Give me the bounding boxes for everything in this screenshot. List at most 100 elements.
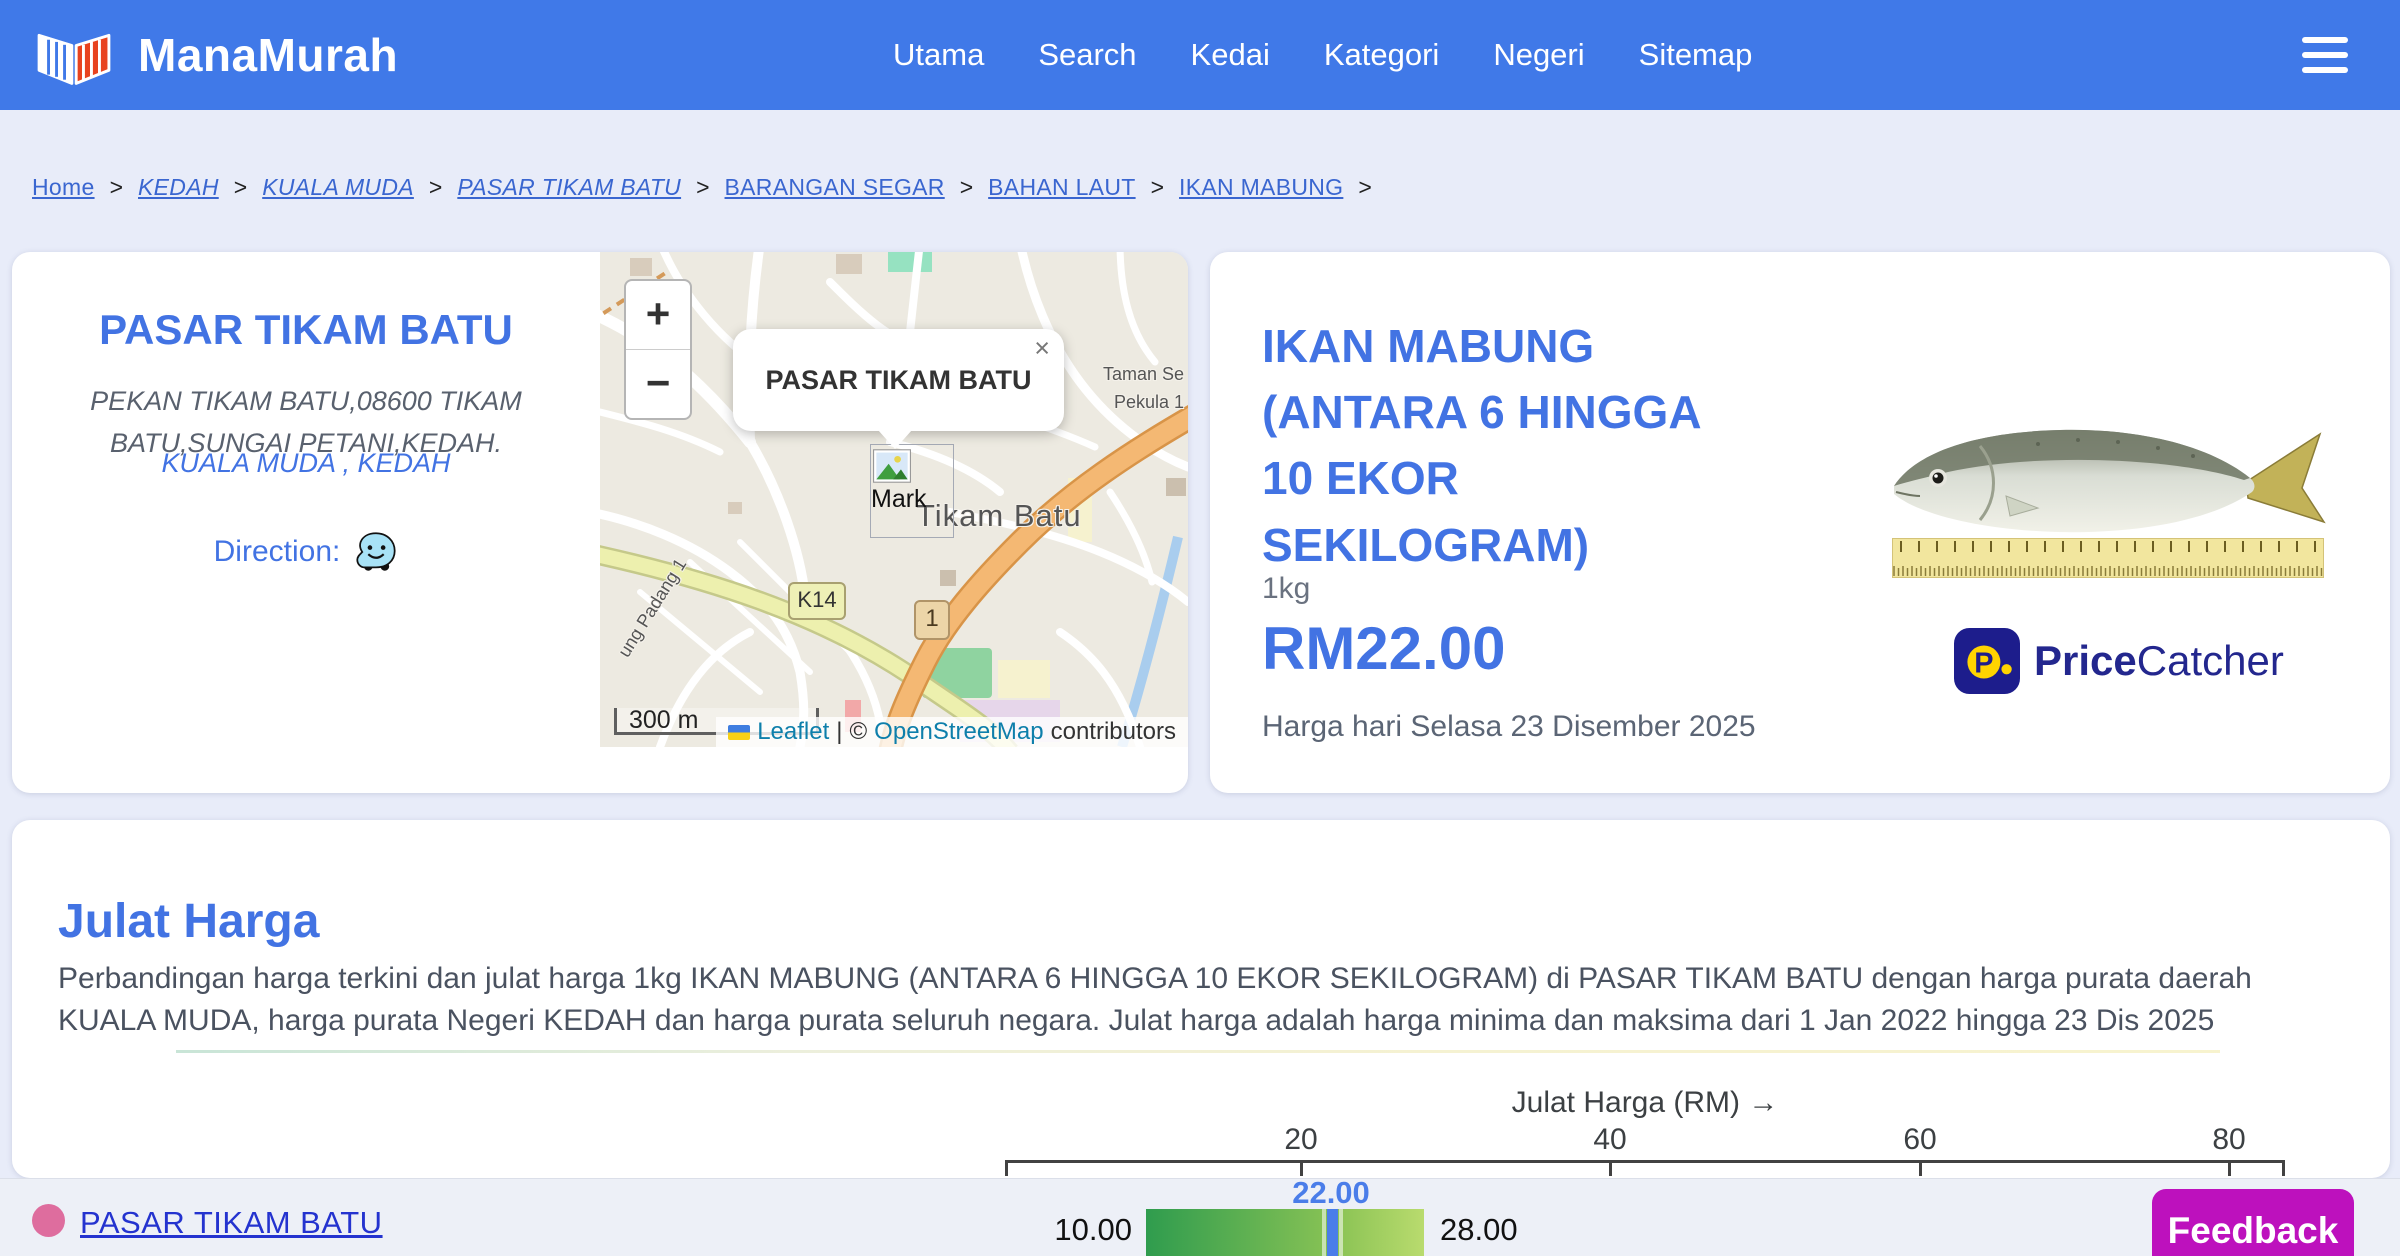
hamburger-bar [2302,52,2348,58]
region-separator: , [342,448,351,478]
pricecatcher-logo: P PriceCatcher [1954,628,2284,694]
hamburger-bar [2302,67,2348,73]
product-unit: 1kg [1262,572,1311,605]
map-marker[interactable]: Mark [870,444,954,538]
brand-name: ManaMurah [138,29,399,81]
breadcrumb-separator: > [233,174,248,200]
range-max-value: 28.00 [1440,1212,1518,1247]
hamburger-bar [2302,37,2348,43]
breadcrumb-ikan-mabung[interactable]: IKAN MABUNG [1179,174,1343,201]
route-badge-1: 1 [914,600,950,640]
breadcrumb-separator: > [959,174,974,200]
map-area-label-2: Pekula 1 [1114,392,1185,412]
breadcrumb-separator: > [428,174,443,200]
ukraine-flag-icon [728,724,751,740]
price-range-description: Perbandingan harga terkini dan julat har… [58,962,2252,1037]
range-min-value: 10.00 [1054,1212,1132,1247]
openstreetmap-link[interactable]: OpenStreetMap [874,718,1043,746]
map-scale-label: 300 m [629,706,699,734]
map-attribution: Leaflet | © OpenStreetMap contributors [716,717,1188,747]
pricecatcher-icon: P [1954,628,2020,694]
leaflet-link[interactable]: Leaflet [757,718,829,746]
breadcrumb: Home > KEDAH > KUALA MUDA > PASAR TIKAM … [32,174,1372,201]
breadcrumb-pasar-tikam-batu[interactable]: PASAR TIKAM BATU [457,174,681,201]
nav-item-kedai[interactable]: Kedai [1191,37,1270,73]
nav-item-search[interactable]: Search [1038,37,1136,73]
breadcrumb-home[interactable]: Home [32,174,95,201]
product-card: IKAN MABUNG (ANTARA 6 HINGGA 10 EKOR SEK… [1210,252,2390,793]
hamburger-menu-icon[interactable] [2302,37,2348,73]
breadcrumb-separator: > [1150,174,1165,200]
current-price-marker [1327,1209,1338,1256]
zoom-in-button[interactable]: + [626,281,690,350]
district-link[interactable]: KUALA MUDA [161,448,335,478]
chart-axis-title: Julat Harga (RM) → [1511,1086,1779,1119]
breadcrumb-barangan-segar[interactable]: BARANGAN SEGAR [725,174,945,201]
chart-row-store-link[interactable]: PASAR TIKAM BATU [80,1205,383,1241]
marker-alt-text: Mark [871,485,927,513]
axis-tick [1005,1163,1008,1176]
svg-text:P: P [1974,647,1993,679]
chart-row-strip: PASAR TIKAM BATU 10.00 22.00 28.00 Feedb… [0,1175,2400,1256]
faded-range-bar [176,1050,2220,1053]
map-popup: PASAR TIKAM BATU × [733,329,1064,431]
product-title: IKAN MABUNG (ANTARA 6 HINGGA 10 EKOR SEK… [1262,319,1700,571]
product-price: RM22.00 [1262,615,1506,682]
axis-tick [2228,1163,2231,1176]
legend-dot [32,1204,65,1237]
zoom-out-button[interactable]: − [626,350,690,418]
nav-item-sitemap[interactable]: Sitemap [1639,37,1753,73]
price-range-heading: Julat Harga [58,894,320,948]
attribution-separator: | [836,718,843,745]
contributors-text: contributors [1050,718,1176,745]
pricecatcher-word-regular: Catcher [2136,637,2284,684]
product-price-date: Harga hari Selasa 23 Disember 2025 [1262,710,1756,743]
waze-icon[interactable] [354,530,398,574]
axis-tick [2282,1163,2285,1176]
nav-item-negeri[interactable]: Negeri [1493,37,1584,73]
nav-item-kategori[interactable]: Kategori [1324,37,1439,73]
product-fish-image [1888,410,2330,550]
current-price-marker-halo [1339,1209,1343,1256]
breadcrumb-separator: > [109,174,123,200]
breadcrumb-bahan-laut[interactable]: BAHAN LAUT [988,174,1135,201]
direction-label: Direction: [213,535,341,568]
store-region: KUALA MUDA , KEDAH [12,448,600,479]
current-price-value: 22.00 [1292,1175,1370,1210]
breadcrumb-separator: > [696,174,710,200]
breadcrumb-kedah[interactable]: KEDAH [138,174,219,201]
navbar: ManaMurah Utama Search Kedai Kategori Ne… [0,0,2400,110]
axis-tick-label: 40 [1593,1123,1627,1156]
broken-image-icon [873,449,911,483]
axis-tick-label: 80 [2212,1123,2246,1156]
store-title: PASAR TIKAM BATU [99,306,513,354]
popup-pointer [878,430,912,449]
main-nav: Utama Search Kedai Kategori Negeri Sitem… [893,0,1752,110]
axis-tick-label: 20 [1284,1123,1318,1156]
axis-tick [1609,1163,1612,1176]
chart-axis: 20 40 60 80 [1005,1123,2285,1176]
map-area-label-1: Taman Se [1103,364,1185,384]
road-badge-k14: K14 [788,582,846,620]
page: ManaMurah Utama Search Kedai Kategori Ne… [0,0,2400,1256]
direction-row: Direction: [12,530,600,574]
breadcrumb-separator: > [1358,174,1372,200]
pricecatcher-wordmark: PriceCatcher [2034,637,2284,685]
copyright-symbol: © [849,718,868,745]
popup-close-icon[interactable]: × [1034,333,1050,364]
leaflet-map[interactable]: Tikam Batu Taman Se Pekula 1 ung Padang … [600,252,1188,747]
ruler-image [1892,538,2324,578]
brand[interactable]: ManaMurah [34,18,398,92]
nav-item-utama[interactable]: Utama [893,37,984,73]
axis-tick [1919,1163,1922,1176]
price-range-bar [1146,1209,1424,1256]
popup-title: PASAR TIKAM BATU [765,365,1032,395]
manamurah-logo-icon [37,33,111,85]
pricecatcher-word-bold: Price [2034,637,2137,684]
current-price-marker-halo [1322,1209,1326,1256]
price-range-card: Julat Harga Perbandingan harga terkini d… [12,820,2390,1178]
state-link[interactable]: KEDAH [358,448,451,478]
breadcrumb-kuala-muda[interactable]: KUALA MUDA [262,174,414,201]
feedback-button[interactable]: Feedback [2152,1189,2354,1256]
map-zoom-control: + − [624,279,692,420]
